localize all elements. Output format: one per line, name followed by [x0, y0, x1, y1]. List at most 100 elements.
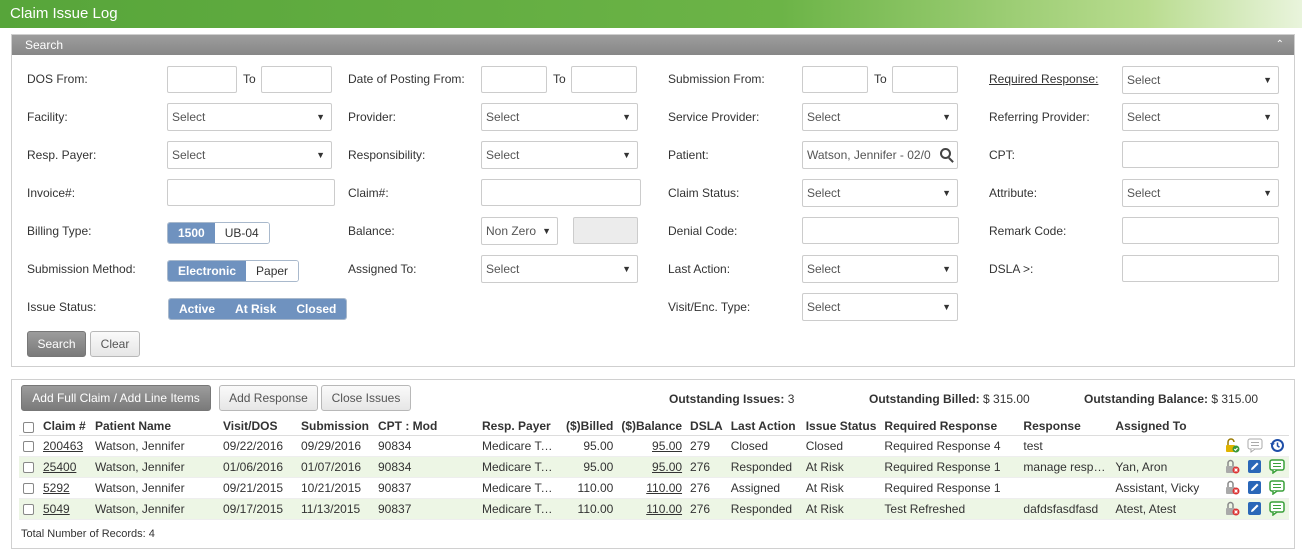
balance-link[interactable]: 95.00 — [652, 439, 682, 453]
balance-amount-input — [573, 217, 638, 244]
issue-status-closed[interactable]: Closed — [286, 299, 347, 319]
posting-to-input[interactable] — [571, 66, 637, 93]
service-provider-select[interactable]: Select ▼ — [802, 103, 958, 131]
col-cpt[interactable]: CPT : Mod — [374, 418, 478, 436]
col-claim[interactable]: Claim # — [39, 418, 91, 436]
collapse-icon[interactable]: ⌃ — [1276, 35, 1284, 55]
visit-enc-type-select-value: Select — [807, 300, 841, 314]
row-checkbox[interactable] — [23, 440, 34, 452]
close-issues-button[interactable]: Close Issues — [321, 385, 411, 411]
select-all-checkbox[interactable] — [23, 421, 34, 433]
lock-icon[interactable] — [1224, 459, 1240, 474]
assigned-to-select[interactable]: Select ▼ — [481, 255, 638, 283]
response-text: manage respo… — [1023, 459, 1108, 474]
comment-icon[interactable] — [1247, 438, 1263, 454]
balance-label: Balance: — [348, 224, 395, 238]
submission-cell: 11/13/2015 — [297, 498, 374, 520]
claim-link[interactable]: 25400 — [43, 460, 76, 474]
col-dsla[interactable]: DSLA — [686, 418, 727, 436]
clear-button[interactable]: Clear — [90, 331, 140, 357]
submission-from-input[interactable] — [802, 66, 868, 93]
referring-provider-select[interactable]: Select ▼ — [1122, 103, 1279, 131]
col-required-response[interactable]: Required Response — [880, 418, 1020, 436]
response-cell: dafdsfasdfasd — [1019, 498, 1112, 520]
search-button[interactable]: Search — [27, 331, 86, 357]
attribute-select[interactable]: Select ▼ — [1122, 179, 1279, 207]
patient-search-input[interactable]: Watson, Jennifer - 02/0 — [802, 141, 958, 169]
row-checkbox[interactable] — [23, 482, 34, 494]
invoice-input[interactable] — [167, 179, 335, 206]
patient-search-value: Watson, Jennifer - 02/0 — [807, 148, 931, 162]
issue-status-cell: Closed — [801, 435, 881, 457]
col-issue-status[interactable]: Issue Status — [801, 418, 881, 436]
remark-code-input[interactable] — [1122, 217, 1279, 244]
visit-enc-type-label: Visit/Enc. Type: — [668, 300, 751, 314]
required-response-label[interactable]: Required Response: — [989, 72, 1098, 86]
comment-icon[interactable] — [1269, 459, 1285, 475]
search-icon[interactable] — [940, 148, 951, 159]
resp-payer-select[interactable]: Select ▼ — [167, 141, 332, 169]
outstanding-billed-value: $ 315.00 — [983, 392, 1030, 406]
outstanding-issues-value: 3 — [787, 392, 795, 406]
cpt-input[interactable] — [1122, 141, 1279, 168]
claim-status-select[interactable]: Select ▼ — [802, 179, 958, 207]
visit-enc-type-select[interactable]: Select ▼ — [802, 293, 958, 321]
col-submission[interactable]: Submission — [297, 418, 374, 436]
balance-link[interactable]: 110.00 — [646, 481, 682, 495]
billing-type-ub04[interactable]: UB-04 — [214, 223, 269, 243]
col-patient[interactable]: Patient Name — [91, 418, 219, 436]
claim-link-cell: 25400 — [39, 456, 91, 478]
submission-method-electronic[interactable]: Electronic — [168, 261, 247, 281]
add-response-button[interactable]: Add Response — [219, 385, 318, 411]
submission-method-paper[interactable]: Paper — [246, 261, 299, 281]
submission-from-label: Submission From: — [668, 72, 765, 86]
balance-select[interactable]: Non Zero ▼ — [481, 217, 558, 245]
add-full-claim-button[interactable]: Add Full Claim / Add Line Items — [21, 385, 211, 411]
posting-from-input[interactable] — [481, 66, 547, 93]
last-action-select[interactable]: Select ▼ — [802, 255, 958, 283]
denial-code-input[interactable] — [802, 217, 959, 244]
balance-link[interactable]: 95.00 — [652, 460, 682, 474]
dos-from-input[interactable] — [167, 66, 237, 93]
row-checkbox[interactable] — [23, 461, 34, 473]
col-last-action[interactable]: Last Action — [726, 418, 802, 436]
responsibility-select[interactable]: Select ▼ — [481, 141, 638, 169]
col-visit[interactable]: Visit/DOS — [219, 418, 297, 436]
assigned-to-cell — [1111, 435, 1212, 457]
col-response[interactable]: Response — [1019, 418, 1112, 436]
history-icon[interactable] — [1269, 438, 1285, 453]
comment-icon[interactable] — [1269, 501, 1285, 517]
remark-code-label: Remark Code: — [989, 224, 1067, 238]
row-checkbox-cell — [19, 456, 39, 478]
dos-to-input[interactable] — [261, 66, 332, 93]
col-assigned-to[interactable]: Assigned To — [1111, 418, 1212, 436]
facility-select-value: Select — [172, 110, 206, 124]
provider-select[interactable]: Select ▼ — [481, 103, 638, 131]
billing-type-1500[interactable]: 1500 — [168, 223, 215, 243]
edit-icon[interactable] — [1247, 459, 1263, 474]
edit-icon[interactable] — [1247, 480, 1263, 495]
col-payer[interactable]: Resp. Payer — [478, 418, 562, 436]
attribute-select-value: Select — [1127, 186, 1161, 200]
required-response-select[interactable]: Select ▼ — [1122, 66, 1279, 94]
claim-link[interactable]: 5292 — [43, 481, 70, 495]
facility-select[interactable]: Select ▼ — [167, 103, 332, 131]
col-balance[interactable]: ($)Balance — [617, 418, 687, 436]
balance-link[interactable]: 110.00 — [646, 502, 682, 516]
submission-to-input[interactable] — [892, 66, 958, 93]
row-checkbox[interactable] — [23, 503, 34, 515]
patient-label: Patient: — [668, 148, 709, 162]
dsla-input[interactable] — [1122, 255, 1279, 282]
col-billed[interactable]: ($)Billed — [562, 418, 618, 436]
issue-status-at-risk[interactable]: At Risk — [225, 299, 287, 319]
search-panel-header[interactable]: Search ⌃ — [12, 35, 1294, 55]
issue-status-active[interactable]: Active — [169, 299, 226, 319]
claim-link[interactable]: 200463 — [43, 439, 83, 453]
lock-icon[interactable] — [1224, 501, 1240, 516]
unlock-icon[interactable] — [1224, 438, 1240, 453]
claim-link[interactable]: 5049 — [43, 502, 70, 516]
claim-input[interactable] — [481, 179, 641, 206]
comment-icon[interactable] — [1269, 480, 1285, 496]
lock-icon[interactable] — [1224, 480, 1240, 495]
edit-icon[interactable] — [1247, 501, 1263, 516]
